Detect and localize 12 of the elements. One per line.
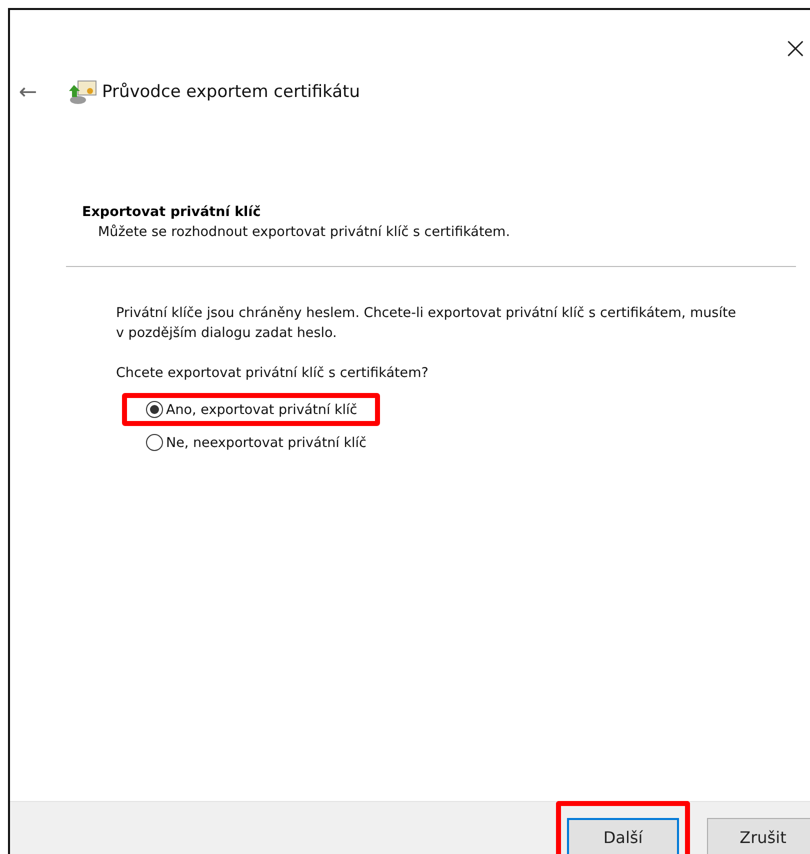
info-paragraph: Privátní klíče jsou chráněny heslem. Chcete-li exportovat privátní klíč s certifikátem, musíte v pozdějším dialogu zadat heslo. <box>116 304 738 343</box>
radio-option[interactable]: Ne, neexportovat privátní klíč <box>122 426 380 459</box>
wizard-title: Průvodce exportem certifikátu <box>102 82 360 102</box>
close-button[interactable]: × <box>782 32 808 66</box>
section-heading: Exportovat privátní klíč <box>82 204 262 220</box>
highlighted-radio-option[interactable]: Ano, exportovat privátní klíč <box>122 393 380 426</box>
certificate-icon <box>68 79 98 105</box>
back-button[interactable]: ← <box>16 80 40 104</box>
section-subtitle: Můžete se rozhodnout exportovat privátní klíč s certifikátem. <box>98 224 511 240</box>
cancel-button[interactable]: Zrušit <box>707 818 810 854</box>
next-button[interactable]: Další <box>567 818 679 854</box>
question-text: Chcete exportovat privátní klíč s certifikátem? <box>116 365 430 381</box>
